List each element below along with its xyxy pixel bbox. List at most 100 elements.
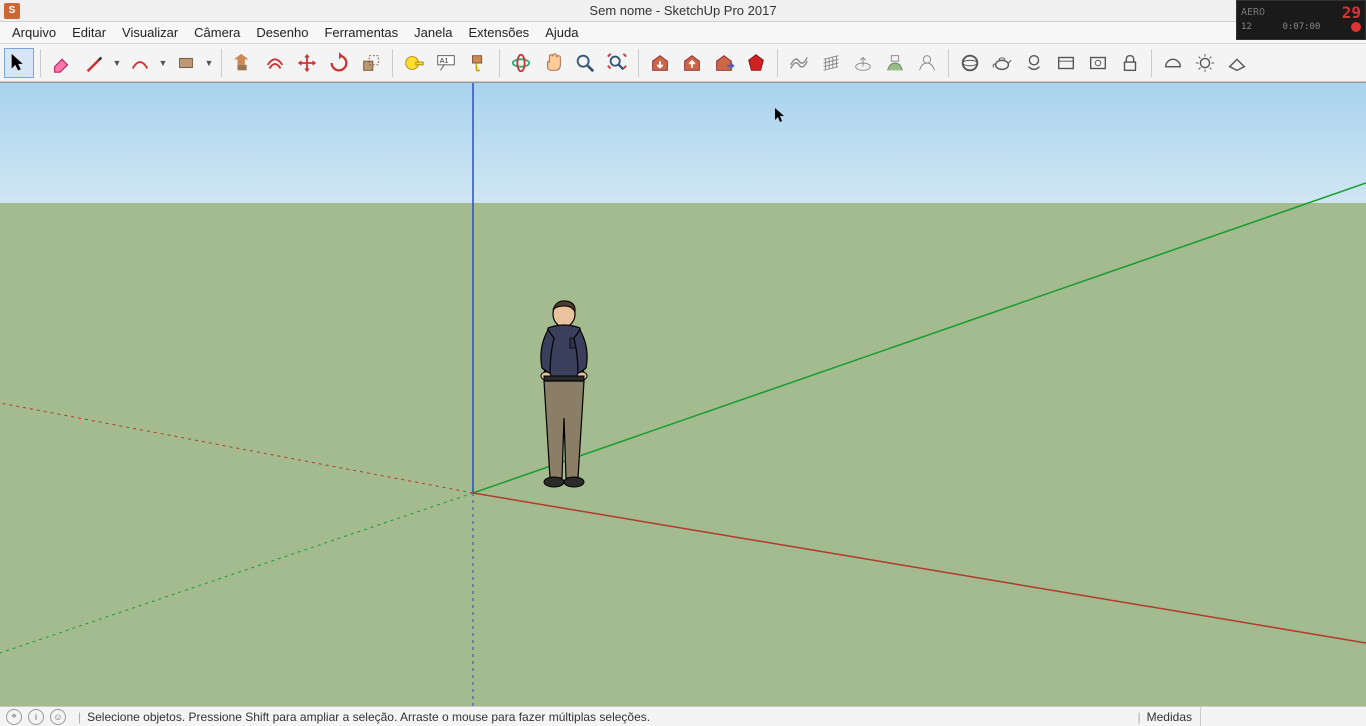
vray-dome-tool[interactable]	[1158, 48, 1188, 78]
tape-tool[interactable]	[399, 48, 429, 78]
overlay-time: 0:07:00	[1282, 22, 1320, 32]
move-icon	[296, 52, 318, 74]
toolbar-separator	[40, 49, 41, 77]
hand-sphere-icon	[1023, 52, 1045, 74]
scale-icon	[360, 52, 382, 74]
credits-icon[interactable]: i	[28, 709, 44, 725]
select-tool[interactable]	[4, 48, 34, 78]
cursor-icon	[8, 52, 30, 74]
toolbar-separator	[638, 49, 639, 77]
title-bar: S Sem nome - SketchUp Pro 2017 AERO 29 1…	[0, 0, 1366, 22]
vray-sun-tool[interactable]	[1190, 48, 1220, 78]
text-icon: A1	[435, 52, 457, 74]
vray-render-tool[interactable]	[955, 48, 985, 78]
vray-viewport-tool[interactable]	[1051, 48, 1081, 78]
menu-extensoes[interactable]: Extensões	[460, 23, 537, 42]
toolbar-separator	[221, 49, 222, 77]
arc-dropdown[interactable]: ▼	[157, 58, 169, 68]
menu-desenho[interactable]: Desenho	[248, 23, 316, 42]
status-hint: Selecione objetos. Pressione Shift para …	[87, 710, 650, 724]
viewport-3d[interactable]	[0, 82, 1366, 706]
menu-arquivo[interactable]: Arquivo	[4, 23, 64, 42]
ext-warehouse-icon	[713, 52, 735, 74]
move-tool[interactable]	[292, 48, 322, 78]
zoom-icon	[574, 52, 596, 74]
pushpull-icon	[232, 52, 254, 74]
contours-icon	[788, 52, 810, 74]
vray-teapot-tool[interactable]	[987, 48, 1017, 78]
eraser-icon	[51, 52, 73, 74]
overlay-small: 12	[1241, 22, 1252, 32]
arc-tool[interactable]	[125, 48, 155, 78]
get-models-tool[interactable]	[645, 48, 675, 78]
sandbox-stamp-tool[interactable]	[880, 48, 910, 78]
shapes-dropdown[interactable]: ▼	[203, 58, 215, 68]
sandbox-drape-tool[interactable]	[912, 48, 942, 78]
paint-tool[interactable]	[463, 48, 493, 78]
cursor-pointer-icon	[775, 108, 787, 124]
toolbar-separator	[948, 49, 949, 77]
line-dropdown[interactable]: ▼	[111, 58, 123, 68]
sandbox-contours-tool[interactable]	[784, 48, 814, 78]
warehouse-down-icon	[649, 52, 671, 74]
ruby-icon	[745, 52, 767, 74]
viewport-icon	[1055, 52, 1077, 74]
text-tool[interactable]: A1	[431, 48, 461, 78]
ruby-console-tool[interactable]	[741, 48, 771, 78]
sun-icon	[1194, 52, 1216, 74]
vray-lock-tool[interactable]	[1115, 48, 1145, 78]
plane-icon	[1226, 52, 1248, 74]
pan-tool[interactable]	[538, 48, 568, 78]
vray-rt-tool[interactable]	[1019, 48, 1049, 78]
toolbar-separator	[499, 49, 500, 77]
warehouse-up-icon	[681, 52, 703, 74]
zoom-extents-tool[interactable]	[602, 48, 632, 78]
teapot-icon	[991, 52, 1013, 74]
orbit-tool[interactable]	[506, 48, 536, 78]
status-bar: ⌖ i ☺ | Selecione objetos. Pressione Shi…	[0, 706, 1366, 726]
line-tool[interactable]	[79, 48, 109, 78]
toolbar: ▼ ▼ ▼ A1	[0, 44, 1366, 82]
zoom-extents-icon	[606, 52, 628, 74]
paint-icon	[467, 52, 489, 74]
grid-icon	[820, 52, 842, 74]
geo-location-icon[interactable]: ⌖	[6, 709, 22, 725]
menu-visualizar[interactable]: Visualizar	[114, 23, 186, 42]
sphere-icon	[959, 52, 981, 74]
toolbar-separator	[777, 49, 778, 77]
hand-icon	[542, 52, 564, 74]
person-icon[interactable]: ☺	[50, 709, 66, 725]
extension-warehouse-tool[interactable]	[709, 48, 739, 78]
pushpull-tool[interactable]	[228, 48, 258, 78]
recording-overlay: AERO 29 12 0:07:00	[1236, 0, 1366, 40]
share-model-tool[interactable]	[677, 48, 707, 78]
axes-overlay	[0, 83, 1366, 706]
sandbox-smoove-tool[interactable]	[848, 48, 878, 78]
menu-ferramentas[interactable]: Ferramentas	[316, 23, 406, 42]
sandbox-scratch-tool[interactable]	[816, 48, 846, 78]
scale-tool[interactable]	[356, 48, 386, 78]
vray-frame-tool[interactable]	[1083, 48, 1113, 78]
offset-icon	[264, 52, 286, 74]
measurements-input[interactable]	[1200, 707, 1360, 726]
status-divider: |	[78, 710, 81, 724]
scale-figure[interactable]	[520, 298, 610, 498]
rotate-tool[interactable]	[324, 48, 354, 78]
drape-icon	[916, 52, 938, 74]
window-title: Sem nome - SketchUp Pro 2017	[0, 3, 1366, 18]
zoom-tool[interactable]	[570, 48, 600, 78]
toolbar-separator	[392, 49, 393, 77]
eraser-tool[interactable]	[47, 48, 77, 78]
record-icon	[1351, 22, 1361, 32]
menu-janela[interactable]: Janela	[406, 23, 460, 42]
smoove-icon	[852, 52, 874, 74]
menu-editar[interactable]: Editar	[64, 23, 114, 42]
dome-icon	[1162, 52, 1184, 74]
offset-tool[interactable]	[260, 48, 290, 78]
menu-ajuda[interactable]: Ajuda	[537, 23, 586, 42]
rotate-icon	[328, 52, 350, 74]
menu-camera[interactable]: Câmera	[186, 23, 248, 42]
shapes-tool[interactable]	[171, 48, 201, 78]
vray-plane-tool[interactable]	[1222, 48, 1252, 78]
rect-icon	[175, 52, 197, 74]
